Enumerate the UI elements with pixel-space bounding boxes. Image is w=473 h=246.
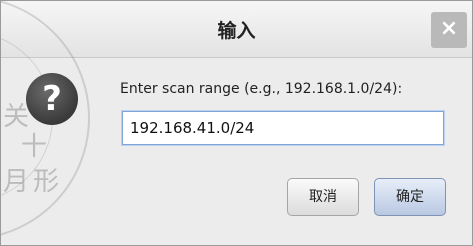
cancel-button[interactable]: 取消	[287, 178, 359, 216]
close-button[interactable]: ×	[431, 12, 467, 48]
watermark-char: 月	[3, 167, 30, 197]
input-dialog: 输入 × 关 十 月 形 ? Enter scan range (e.g., 1…	[0, 0, 473, 246]
prompt-label: Enter scan range (e.g., 192.168.1.0/24):	[120, 81, 403, 97]
ok-button[interactable]: 确定	[374, 178, 446, 216]
question-icon: ?	[26, 73, 78, 125]
scan-range-input[interactable]: 192.168.41.0/24	[122, 111, 444, 145]
dialog-title: 输入	[217, 20, 256, 42]
close-icon: ×	[439, 16, 459, 41]
watermark-char: 形	[33, 167, 60, 197]
watermark-char: 十	[21, 132, 48, 162]
dialog-titlebar[interactable]: 输入 ×	[1, 1, 472, 58]
